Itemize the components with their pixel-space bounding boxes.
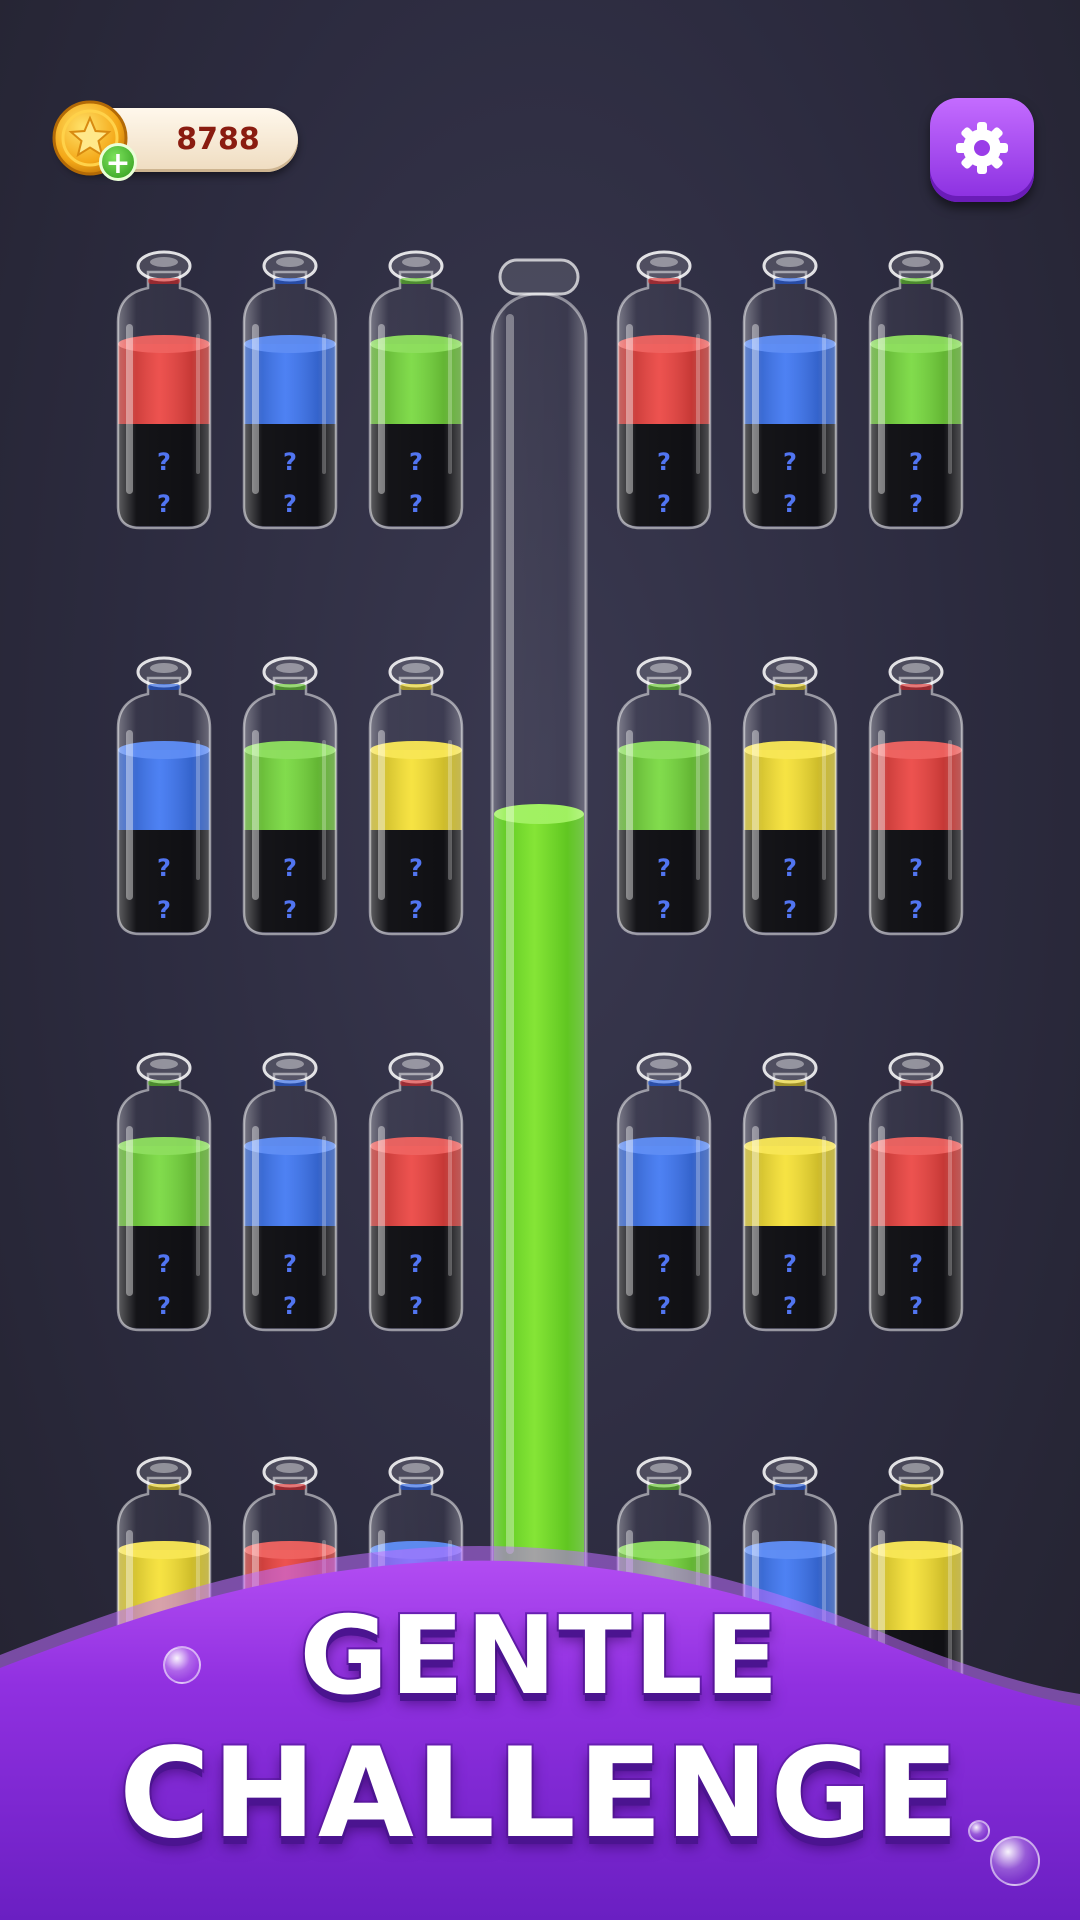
bottle-r2-c1[interactable]: ?? xyxy=(112,650,216,940)
add-coins-button[interactable]: + xyxy=(99,143,137,181)
bottle-r1-c1[interactable]: ?? xyxy=(112,244,216,534)
settings-button[interactable] xyxy=(930,98,1034,202)
bottle-r1-c3[interactable]: ?? xyxy=(364,244,468,534)
bottle-r2-c4[interactable]: ?? xyxy=(612,650,716,940)
bottle-r3-c3[interactable]: ?? xyxy=(364,1046,468,1336)
bottle-r1-c6[interactable]: ?? xyxy=(864,244,968,534)
bottle-r1-c2[interactable]: ?? xyxy=(238,244,342,534)
bottle-r3-c2[interactable]: ?? xyxy=(238,1046,342,1336)
bubble-decoration xyxy=(968,1820,990,1842)
bottle-r2-c3[interactable]: ?? xyxy=(364,650,468,940)
banner-line-2: CHALLENGE xyxy=(117,1720,961,1868)
long-tube[interactable] xyxy=(486,254,592,1594)
game-board: ????????????????????????????????????????… xyxy=(0,0,1080,1920)
banner-line-1: GENTLE xyxy=(297,1592,781,1721)
bubble-decoration xyxy=(990,1836,1040,1886)
bottle-r3-c1[interactable]: ?? xyxy=(112,1046,216,1336)
bottle-r3-c6[interactable]: ?? xyxy=(864,1046,968,1336)
bottle-r1-c4[interactable]: ?? xyxy=(612,244,716,534)
bottle-r2-c2[interactable]: ?? xyxy=(238,650,342,940)
bottle-r3-c4[interactable]: ?? xyxy=(612,1046,716,1336)
bottle-r2-c5[interactable]: ?? xyxy=(738,650,842,940)
bottle-r1-c5[interactable]: ?? xyxy=(738,244,842,534)
bottle-r2-c6[interactable]: ?? xyxy=(864,650,968,940)
bottle-r3-c5[interactable]: ?? xyxy=(738,1046,842,1336)
gear-icon xyxy=(956,122,1008,174)
coin-count: 8788 xyxy=(176,122,260,157)
bubble-decoration xyxy=(163,1646,201,1684)
